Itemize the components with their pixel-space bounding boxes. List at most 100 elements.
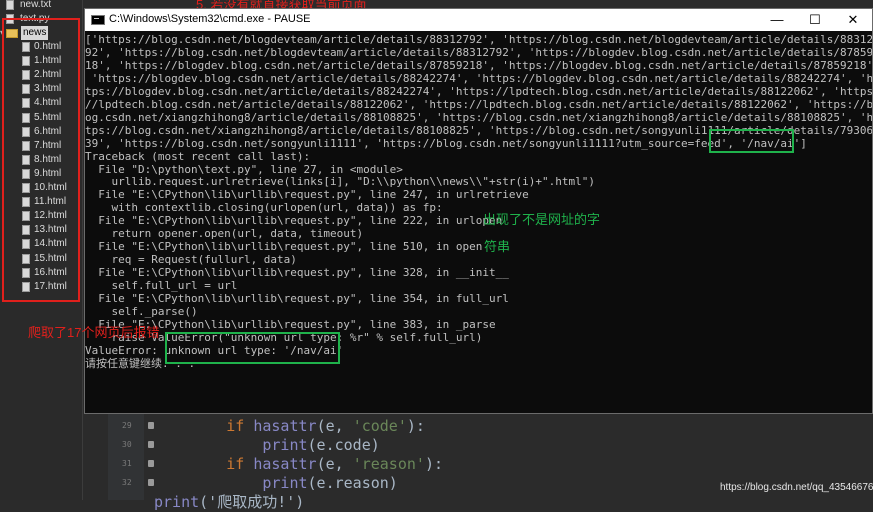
code-line: 30 print(e.code) <box>108 435 873 455</box>
expand-arrow-icon[interactable]: ▾ <box>0 26 4 40</box>
console-line: tps://blog.csdn.net/xiangzhihong8/articl… <box>85 123 872 137</box>
file-icon <box>22 197 30 208</box>
tree-item-label: 14.html <box>34 238 67 250</box>
tree-item-html-file[interactable]: 3.html <box>0 82 82 96</box>
code-text: print(e.code) <box>154 435 380 455</box>
tree-item-html-file[interactable]: 7.html <box>0 139 82 153</box>
code-token: hasattr <box>253 417 317 435</box>
tree-item-label: 0.html <box>34 41 62 52</box>
tree-item-html-file[interactable]: 10.html <box>0 181 82 195</box>
code-token: hasattr <box>253 455 317 473</box>
console-line: req = Request(fullurl, data) <box>85 253 297 267</box>
code-text: if hasattr(e, 'reason'): <box>154 454 443 474</box>
file-icon <box>6 14 14 24</box>
file-icon <box>22 281 30 292</box>
console-line: Traceback (most recent call last): <box>85 149 311 163</box>
console-line: File "E:\CPython\lib\urllib\request.py",… <box>85 292 509 305</box>
code-line: 29 if hasattr(e, 'code'): <box>108 416 873 436</box>
tree-item-label: 12.html <box>34 210 67 222</box>
tree-item-html-file[interactable]: 2.html <box>0 68 82 82</box>
line-number: 31 <box>122 459 132 468</box>
file-icon <box>22 267 30 278</box>
green-annotation-line2: 符串 <box>484 239 511 254</box>
file-icon <box>22 98 30 109</box>
tree-item-label: 2.html <box>34 69 62 81</box>
console-line: return opener.open(url, data, timeout) <box>85 227 364 241</box>
code-line: 31 if hasattr(e, 'reason'): <box>108 454 873 474</box>
close-button[interactable]: ✕ <box>834 9 872 31</box>
line-number: 30 <box>122 440 132 449</box>
tree-item-html-file[interactable]: 8.html <box>0 153 82 167</box>
tree-item-label: 4.html <box>34 97 62 109</box>
code-token: if <box>226 417 245 435</box>
cmd-app-icon <box>91 15 105 25</box>
tree-item-html-file[interactable]: 1.html <box>0 54 82 68</box>
tree-item-html-file[interactable]: 15.html <box>0 252 82 266</box>
tree-item-label: 17.html <box>34 280 67 292</box>
console-line: File "E:\CPython\lib\urllib\request.py",… <box>85 214 503 228</box>
tree-item-label: 11.html <box>34 196 67 208</box>
console-line: 请按任意键继续. . . <box>85 356 196 370</box>
file-icon <box>22 56 30 67</box>
tree-item-html-file[interactable]: 13.html <box>0 223 82 237</box>
console-line: 39', 'https://blog.csdn.net/songyunli111… <box>85 136 807 150</box>
code-token: (e, <box>316 455 353 473</box>
console-line: tps://blogdev.blog.csdn.net/article/deta… <box>85 84 872 98</box>
code-token: print <box>154 493 200 511</box>
file-icon <box>22 140 30 151</box>
tree-item-html-file[interactable]: 12.html <box>0 209 82 223</box>
file-icon <box>22 253 30 264</box>
console-line: File "E:\CPython\lib\urllib\request.py",… <box>85 188 529 202</box>
cmd-window-title: C:\Windows\System32\cmd.exe - PAUSE <box>109 13 311 25</box>
code-token: (e.code) <box>307 436 380 454</box>
tree-item-html-file[interactable]: 5.html <box>0 111 82 125</box>
tree-item-html-file[interactable]: 6.html <box>0 125 82 139</box>
tree-item-file[interactable]: text.py <box>0 12 82 26</box>
code-token: 'reason' <box>352 455 425 473</box>
code-token: ('爬取成功!') <box>199 493 305 511</box>
maximize-button[interactable]: ☐ <box>796 9 834 31</box>
console-line: File "E:\CPython\lib\urllib\request.py",… <box>85 240 483 254</box>
line-number: 32 <box>122 478 132 487</box>
console-line: //lpdtech.blog.csdn.net/article/details/… <box>85 97 872 111</box>
code-token: ): <box>406 417 425 435</box>
file-icon <box>22 70 30 81</box>
tree-item-html-file[interactable]: 17.html <box>0 280 82 294</box>
tree-item-html-file[interactable]: 0.html <box>0 40 82 54</box>
console-line: ValueError: unknown url type: '/nav/ai' <box>85 343 344 357</box>
tree-item-html-file[interactable]: 4.html <box>0 96 82 110</box>
file-icon <box>22 211 30 222</box>
file-icon <box>22 183 30 193</box>
cmd-window[interactable]: C:\Windows\System32\cmd.exe - PAUSE — ☐ … <box>84 8 873 414</box>
tree-item-label: 5.html <box>34 111 62 123</box>
folder-icon <box>6 29 18 38</box>
code-text: if hasattr(e, 'code'): <box>154 416 425 436</box>
tree-item-html-file[interactable]: 9.html <box>0 167 82 181</box>
green-annotation-line1: 出现了不是网址的字 <box>483 212 601 227</box>
file-icon <box>22 84 30 95</box>
file-icon <box>22 225 30 236</box>
console-output[interactable]: ['https://blog.csdn.net/blogdevteam/arti… <box>85 31 872 413</box>
tree-item-label: 9.html <box>34 167 62 179</box>
tree-item-html-file[interactable]: 11.html <box>0 195 82 209</box>
code-token: 'code' <box>352 417 407 435</box>
tree-item-folder-news[interactable]: ▾ news <box>0 26 82 40</box>
console-line: File "E:\CPython\lib\urllib\request.py",… <box>85 266 509 280</box>
file-icon <box>22 42 30 52</box>
minimize-button[interactable]: — <box>758 9 796 31</box>
tree-item-file[interactable]: new.txt <box>0 0 82 12</box>
tree-item-html-file[interactable]: 16.html <box>0 266 82 280</box>
file-icon <box>22 154 30 165</box>
file-icon <box>22 126 30 137</box>
tree-item-label: 3.html <box>34 83 62 95</box>
console-line: 18', 'https://blogdev.blog.csdn.net/arti… <box>85 58 872 72</box>
tree-item-label: 13.html <box>34 224 67 236</box>
code-text: print('爬取成功!') <box>154 492 304 512</box>
cmd-titlebar[interactable]: C:\Windows\System32\cmd.exe - PAUSE — ☐ … <box>85 9 872 31</box>
tree-item-html-file[interactable]: 14.html <box>0 237 82 251</box>
console-line: File "D:\python\text.py", line 27, in <m… <box>85 162 403 176</box>
